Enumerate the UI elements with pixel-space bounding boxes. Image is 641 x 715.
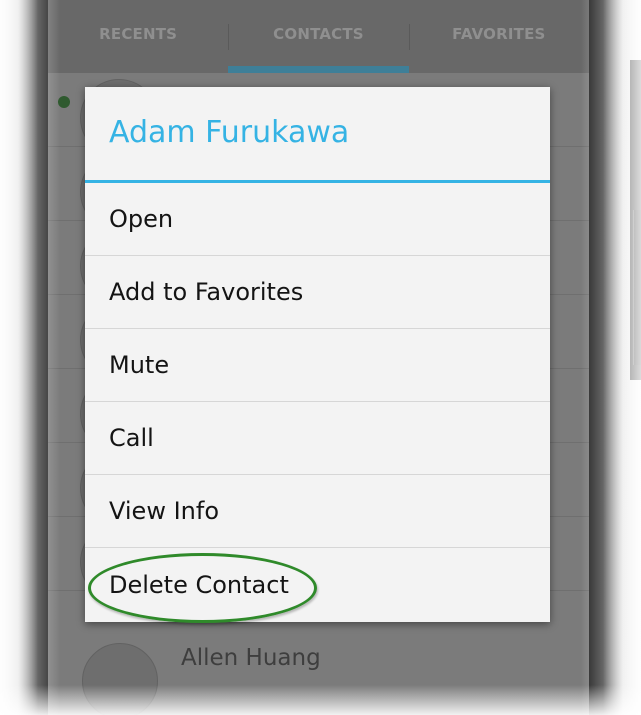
device-side-button xyxy=(633,210,641,365)
tab-contacts[interactable]: CONTACTS xyxy=(228,0,409,73)
tab-bar: RECENTS CONTACTS FAVORITES xyxy=(48,0,589,73)
menu-item-mute[interactable]: Mute xyxy=(85,329,550,402)
menu-item-view-info[interactable]: View Info xyxy=(85,475,550,548)
tab-favorites[interactable]: FAVORITES xyxy=(408,0,589,73)
menu-item-delete-contact[interactable]: Delete Contact xyxy=(85,548,550,621)
menu-item-open[interactable]: Open xyxy=(85,183,550,256)
frame-fade-bottom xyxy=(0,685,641,715)
menu-item-call[interactable]: Call xyxy=(85,402,550,475)
device-frame: RECENTS CONTACTS FAVORITES Allen Huang A… xyxy=(0,0,641,715)
dialog-title: Adam Furukawa xyxy=(85,87,550,183)
tab-recents[interactable]: RECENTS xyxy=(48,0,228,73)
contact-context-menu: Adam Furukawa Open Add to Favorites Mute… xyxy=(85,87,550,622)
menu-item-add-to-favorites[interactable]: Add to Favorites xyxy=(85,256,550,329)
contact-name: Allen Huang xyxy=(181,645,321,671)
presence-indicator xyxy=(58,96,70,108)
